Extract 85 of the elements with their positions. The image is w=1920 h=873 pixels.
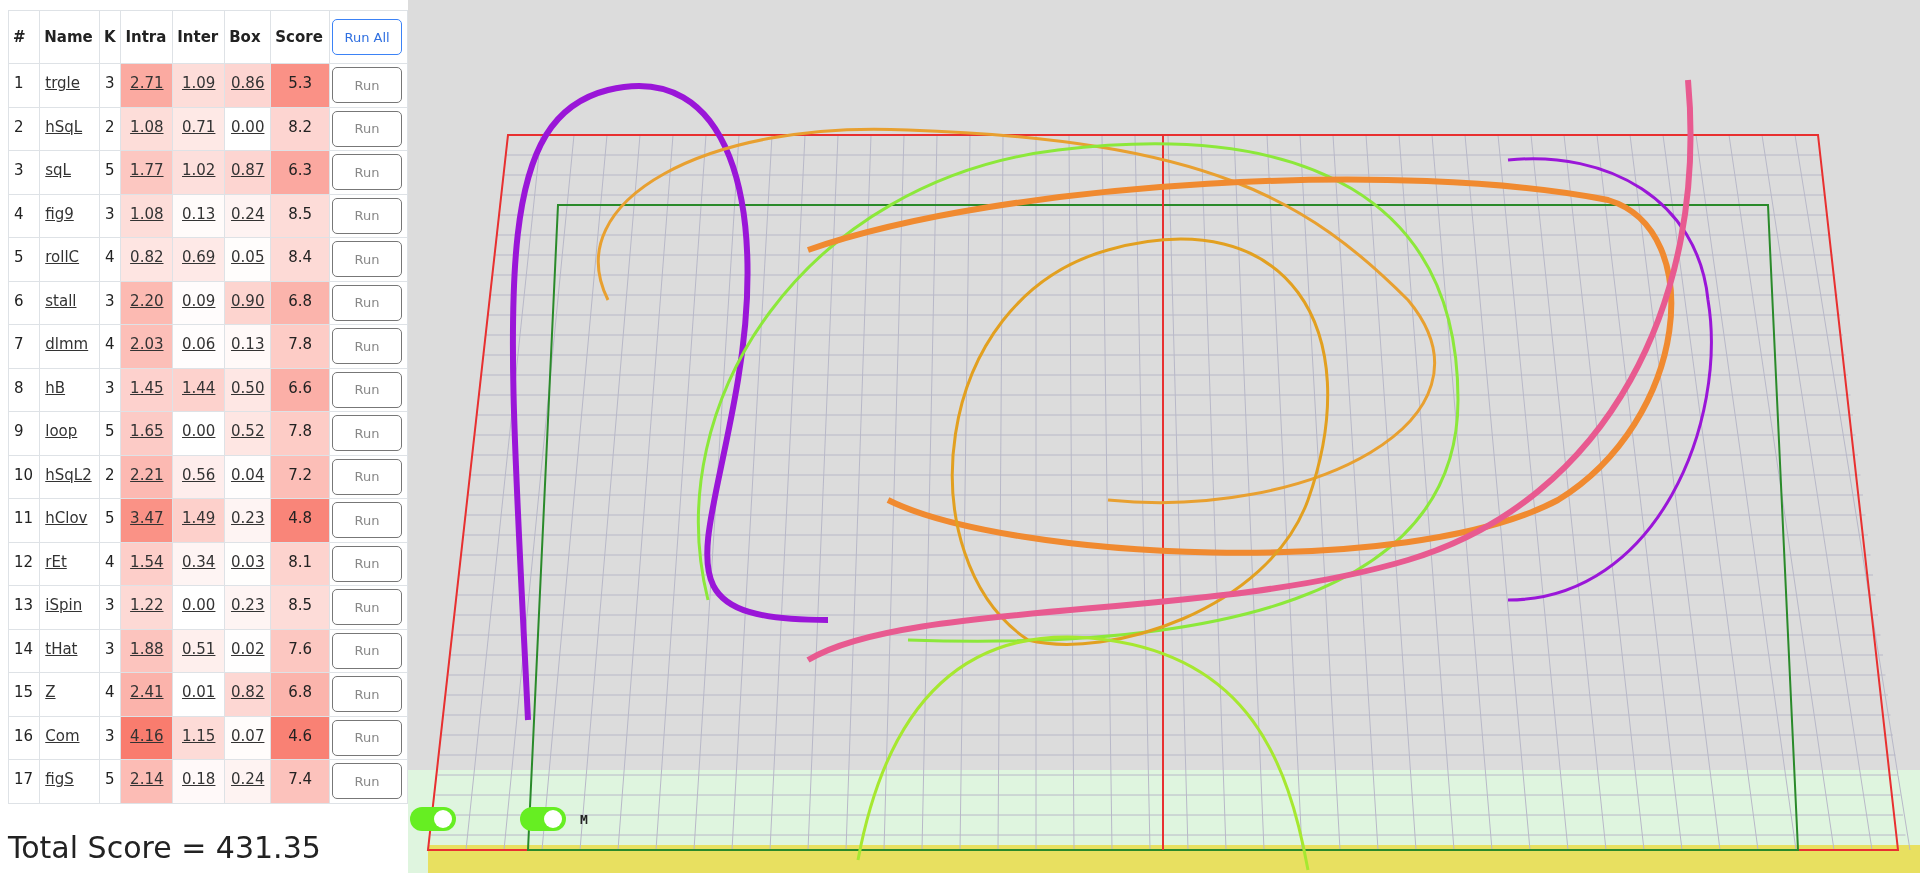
score-value: 8.5 [288, 596, 313, 614]
k-value: 5 [104, 422, 115, 440]
run-button[interactable]: Run [332, 415, 403, 452]
name-link[interactable]: rEt [45, 552, 67, 571]
k-value: 2 [104, 465, 115, 484]
score-value: 7.6 [288, 639, 313, 658]
k-value: 3 [104, 291, 115, 310]
k-value: 4 [104, 335, 115, 353]
row-number: 1 [14, 74, 24, 92]
run-button[interactable]: Run [332, 284, 403, 321]
row-number: 17 [14, 770, 34, 788]
run-button[interactable]: Run [332, 197, 403, 234]
k-value: 4 [104, 248, 115, 266]
run-button[interactable]: Run [332, 241, 403, 278]
score-value: 4.6 [288, 726, 313, 745]
score-value: 7.8 [288, 335, 313, 353]
name-link[interactable]: figS [45, 770, 74, 788]
run-button[interactable]: Run [332, 110, 403, 147]
column-header: Score [275, 28, 323, 46]
score-value: 8.4 [288, 248, 313, 266]
k-value: 3 [104, 74, 115, 92]
toggle-label: M [580, 811, 588, 827]
score-value: 6.3 [288, 161, 313, 179]
row-number: 4 [14, 204, 24, 223]
row-number: 13 [14, 596, 34, 614]
toggle-switch[interactable] [410, 807, 456, 831]
run-button[interactable]: Run [332, 676, 403, 713]
name-link[interactable]: sqL [45, 161, 71, 179]
column-header: Intra [125, 28, 167, 46]
k-value: 5 [104, 509, 115, 527]
run-button[interactable]: Run [332, 632, 403, 669]
total-score: Total Score = 431.35 [8, 829, 322, 865]
row-number: 9 [14, 422, 24, 440]
k-value: 5 [104, 770, 115, 788]
k-value: 5 [104, 161, 115, 179]
row-number: 3 [14, 161, 24, 179]
row-number: 11 [14, 509, 34, 527]
score-value: 7.2 [288, 465, 313, 484]
run-button[interactable]: Run [332, 545, 403, 582]
column-header: K [103, 28, 116, 46]
score-value: 7.4 [288, 770, 313, 788]
column-header: Box [229, 28, 261, 46]
row-number: 2 [14, 117, 24, 136]
row-number: 6 [14, 291, 24, 310]
score-value: 6.6 [288, 378, 313, 397]
row-number: 15 [14, 683, 34, 701]
k-value: 3 [104, 726, 115, 745]
score-value: 5.3 [288, 74, 313, 92]
score-value: 8.2 [288, 117, 313, 136]
run-button[interactable]: Run [332, 154, 403, 191]
k-value: 4 [104, 683, 115, 701]
run-button[interactable]: Run [332, 589, 403, 626]
column-header: Name [44, 28, 93, 46]
score-value: 6.8 [288, 291, 313, 310]
score-value: 6.8 [288, 683, 313, 701]
run-button[interactable]: Run [332, 371, 403, 408]
score-value: 7.8 [288, 422, 313, 440]
k-value: 3 [104, 204, 115, 223]
score-value: 8.5 [288, 204, 313, 223]
run-button[interactable]: Run [332, 763, 403, 800]
run-button[interactable]: Run [332, 458, 403, 495]
name-link[interactable]: hB [45, 378, 66, 397]
k-value: 2 [104, 117, 115, 136]
score-value: 8.1 [288, 552, 313, 571]
toggle-switch[interactable] [520, 807, 566, 831]
row-number: 12 [14, 552, 34, 571]
row-number: 16 [14, 726, 34, 745]
run-button[interactable]: Run [332, 67, 403, 104]
run-button[interactable]: Run [332, 502, 403, 539]
run-all-button[interactable]: Run All [332, 19, 403, 55]
column-header: # [13, 28, 26, 46]
name-link[interactable]: Z [45, 683, 56, 701]
row-number: 5 [14, 248, 24, 266]
row-number: 14 [14, 639, 34, 658]
score-value: 4.8 [288, 509, 313, 527]
run-button[interactable]: Run [332, 719, 403, 756]
k-value: 3 [104, 639, 115, 658]
row-number: 10 [14, 465, 34, 484]
k-value: 4 [104, 552, 115, 571]
k-value: 3 [104, 596, 115, 614]
row-number: 8 [14, 378, 24, 397]
column-header: Inter [177, 28, 219, 46]
run-button[interactable]: Run [332, 328, 403, 365]
k-value: 3 [104, 378, 115, 397]
row-number: 7 [14, 335, 24, 353]
